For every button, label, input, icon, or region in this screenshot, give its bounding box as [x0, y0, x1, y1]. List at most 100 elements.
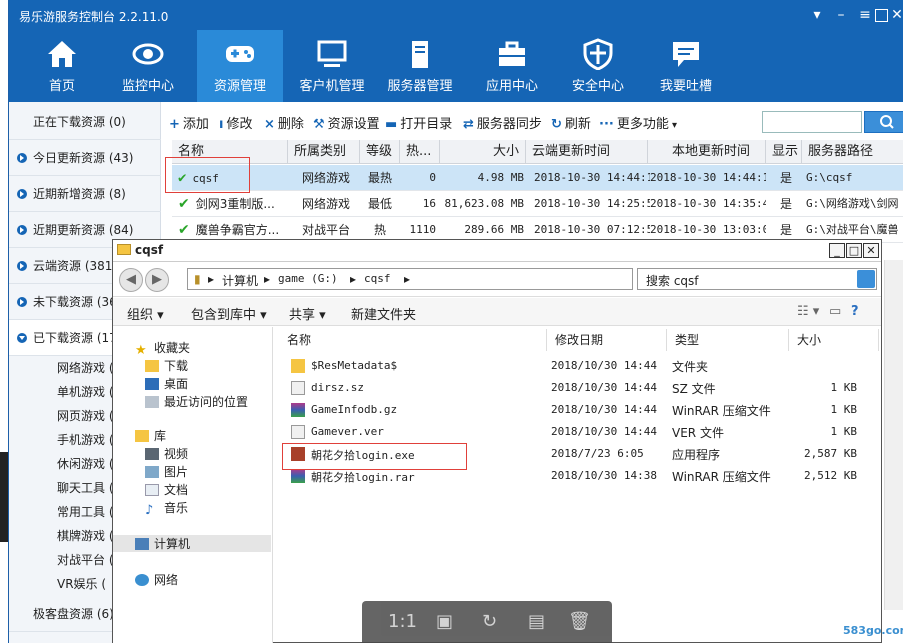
nav-label: 服务器管理: [387, 79, 453, 94]
file-list: 名称 修改日期 类型 大小 $ResMetadata$ 2018/10/30 1…: [279, 327, 881, 643]
column-header[interactable]: 所属类别: [288, 140, 360, 164]
rotate-icon[interactable]: ↻: [482, 611, 497, 632]
file-row[interactable]: GameInfodb.gz 2018/10/30 14:44 WinRAR 压缩…: [279, 400, 879, 422]
organize-button[interactable]: 组织 ▾: [127, 304, 164, 323]
close-button[interactable]: ✕: [889, 7, 903, 23]
explorer-window: cqsf _ □ ✕ ◀ ▶ ▮ ▸ 计算机 ▸ game (G:) ▸ cqs…: [112, 239, 882, 643]
table-row[interactable]: ✔ 剑网3重制版... 网络游戏 最低 16 81,623.08 MB 2018-…: [172, 191, 903, 217]
tree-label: 下载: [164, 359, 189, 373]
check-icon: ✔: [178, 222, 190, 238]
cell-size: 81,623.08 MB: [444, 197, 524, 210]
column-header[interactable]: 服务器路径: [802, 140, 903, 164]
more-functions-button[interactable]: ··· 更多功能 ▾: [599, 113, 677, 132]
server-sync-button[interactable]: ⇄ 服务器同步: [463, 113, 542, 132]
open-directory-button[interactable]: ▬ 打开目录: [385, 113, 452, 132]
file-row[interactable]: Gamever.ver 2018/10/30 14:44 VER 文件 1 KB: [279, 422, 879, 444]
tree-item-computer[interactable]: 计算机: [113, 535, 271, 552]
edit-button[interactable]: ı 修改: [219, 113, 252, 132]
nav-monitor[interactable]: 监控中心: [105, 30, 191, 102]
menu-button[interactable]: ≡: [857, 7, 873, 23]
column-header[interactable]: 大小: [789, 329, 879, 351]
address-bar[interactable]: ▮ ▸ 计算机 ▸ game (G:) ▸ cqsf ▸ ▼: [187, 268, 703, 290]
resource-search-input[interactable]: [762, 111, 862, 133]
breadcrumb-computer[interactable]: 计算机: [222, 272, 258, 289]
tree-item-music[interactable]: ♪ 音乐: [145, 499, 188, 518]
file-row[interactable]: dirsz.sz 2018/10/30 14:44 SZ 文件 1 KB: [279, 378, 879, 400]
breadcrumb-folder[interactable]: cqsf: [364, 272, 391, 285]
tree-item-recent[interactable]: 最近访问的位置: [145, 393, 248, 410]
breadcrumb-drive[interactable]: game (G:): [278, 272, 338, 285]
column-header[interactable]: 热...: [400, 140, 440, 164]
view-options-icon[interactable]: ☷ ▾: [797, 304, 819, 319]
maximize-button[interactable]: [875, 9, 888, 22]
explorer-address-row: ◀ ▶ ▮ ▸ 计算机 ▸ game (G:) ▸ cqsf ▸ ▼ 搜索 cq…: [113, 263, 881, 297]
column-header[interactable]: 修改日期: [547, 329, 667, 351]
column-header[interactable]: 大小: [440, 140, 526, 164]
cell-show: 是: [780, 197, 793, 211]
search-icon[interactable]: [857, 270, 875, 288]
file-icon: [291, 381, 305, 395]
sidebar-item-today-updated[interactable]: 今日更新资源 (43): [9, 140, 161, 176]
delete-icon[interactable]: 🗑: [568, 611, 591, 632]
tree-label: 文档: [164, 483, 189, 497]
recent-icon: [145, 396, 159, 408]
tree-item-downloads[interactable]: 下载: [145, 357, 188, 374]
tree-item-desktop[interactable]: 桌面: [145, 375, 188, 392]
main-scrollbar[interactable]: [884, 260, 903, 610]
tree-item-favorites[interactable]: ★ 收藏夹: [135, 339, 190, 358]
nav-resources[interactable]: 资源管理: [197, 30, 283, 102]
nav-clients[interactable]: 客户机管理: [289, 30, 375, 102]
search-button[interactable]: [864, 111, 903, 133]
column-header[interactable]: 云端更新时间: [526, 140, 648, 164]
column-header[interactable]: 等级: [360, 140, 400, 164]
add-button[interactable]: + 添加: [169, 113, 209, 132]
nav-apps[interactable]: 应用中心: [469, 30, 555, 102]
maximize-button[interactable]: □: [846, 243, 862, 258]
nav-label: 安全中心: [571, 79, 624, 94]
file-name: dirsz.sz: [311, 381, 364, 394]
tree-item-libraries[interactable]: 库: [135, 427, 166, 444]
network-icon: [135, 574, 149, 586]
forward-button[interactable]: ▶: [145, 268, 169, 292]
new-folder-button[interactable]: 新建文件夹: [351, 304, 416, 323]
refresh-button[interactable]: ↻ 刷新: [551, 113, 591, 132]
sidebar-item-downloading[interactable]: 正在下载资源 (0): [9, 104, 161, 140]
skin-icon[interactable]: ▾: [809, 7, 825, 23]
expand-icon: [17, 297, 27, 307]
column-header[interactable]: 本地更新时间: [648, 140, 766, 164]
minimize-button[interactable]: _: [829, 243, 845, 258]
document-icon: [145, 484, 159, 496]
tree-item-pictures[interactable]: 图片: [145, 463, 188, 480]
ellipsis-icon: ···: [599, 117, 614, 132]
save-icon[interactable]: ▤: [528, 611, 545, 632]
nav-servers[interactable]: 服务器管理: [377, 30, 463, 102]
actual-size-button[interactable]: 1:1: [388, 611, 417, 632]
nav-security[interactable]: 安全中心: [555, 30, 641, 102]
column-header[interactable]: 类型: [667, 329, 789, 351]
x-icon: ×: [264, 117, 275, 132]
tree-item-videos[interactable]: 视频: [145, 445, 188, 462]
sync-icon: ⇄: [463, 117, 474, 132]
expand-icon: [17, 153, 27, 163]
explorer-search-input[interactable]: 搜索 cqsf: [637, 268, 877, 290]
table-row[interactable]: ✔ cqsf 网络游戏 最热 0 4.98 MB 2018-10-30 14:44…: [172, 165, 903, 191]
minimize-button[interactable]: –: [833, 7, 849, 23]
resource-settings-button[interactable]: ⚒ 资源设置: [313, 113, 380, 132]
tree-item-documents[interactable]: 文档: [145, 481, 188, 498]
tree-item-network[interactable]: 网络: [135, 571, 178, 588]
fit-screen-icon[interactable]: ▣: [436, 611, 453, 632]
share-button[interactable]: 共享 ▾: [289, 304, 326, 323]
back-button[interactable]: ◀: [119, 268, 143, 292]
column-header[interactable]: 名称: [279, 329, 547, 351]
file-row[interactable]: $ResMetadata$ 2018/10/30 14:44 文件夹: [279, 356, 879, 378]
sidebar-item-recent-added[interactable]: 近期新增资源 (8): [9, 176, 161, 212]
column-header[interactable]: 显示: [766, 140, 802, 164]
preview-pane-icon[interactable]: ▭: [829, 304, 841, 319]
cell-cloud-time: 2018-10-30 14:44:11: [534, 171, 650, 184]
nav-home[interactable]: 首页: [19, 30, 105, 102]
include-library-button[interactable]: 包含到库中 ▾: [191, 304, 267, 323]
delete-button[interactable]: × 删除: [264, 113, 304, 132]
nav-feedback[interactable]: 我要吐槽: [643, 30, 729, 102]
help-icon[interactable]: ?: [851, 304, 859, 319]
close-button[interactable]: ✕: [863, 243, 879, 258]
